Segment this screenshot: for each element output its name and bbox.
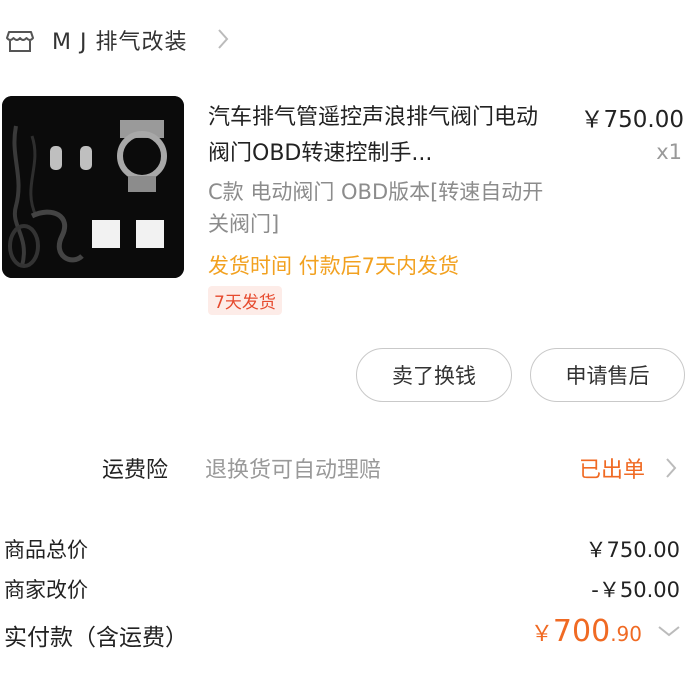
product-price: ￥750.00 [580, 107, 684, 133]
product-title[interactable]: 汽车排气管遥控声浪排气阀门电动阀门OBD转速控制手... [208, 100, 558, 172]
paid-decimal: .90 [610, 622, 642, 646]
shop-name[interactable]: M J 排气改装 [52, 24, 187, 56]
goods-total-label: 商品总价 [4, 538, 88, 562]
chevron-down-icon[interactable] [656, 624, 682, 638]
shipping-time: 发货时间 付款后7天内发货 [208, 254, 460, 278]
product-image [2, 96, 184, 278]
chevron-right-icon[interactable] [664, 455, 678, 481]
paid-currency: ￥ [530, 622, 553, 647]
price-adjust-label: 商家改价 [4, 578, 88, 602]
paid-integer: 700 [552, 614, 611, 649]
product-thumbnail[interactable] [2, 96, 184, 278]
product-quantity: x1 [656, 140, 682, 164]
insurance-status[interactable]: 已出单 [579, 452, 645, 484]
after-sale-button[interactable]: 申请售后 [530, 348, 685, 402]
sell-button[interactable]: 卖了换钱 [356, 348, 512, 402]
paid-label: 实付款（含运费） [4, 625, 188, 651]
price-adjust-value: -￥50.00 [591, 578, 680, 602]
shop-icon [6, 31, 34, 52]
insurance-label: 运费险 [102, 458, 169, 483]
insurance-desc: 退换货可自动理赔 [205, 458, 382, 483]
paid-amount: ￥ 700 .90 [531, 614, 642, 649]
product-spec: C款 电动阀门 OBD版本[转速自动开关阀门] [208, 180, 544, 236]
goods-total-value: ￥750.00 [585, 538, 680, 562]
shipping-badge: 7天发货 [208, 286, 282, 315]
chevron-right-icon[interactable] [216, 26, 230, 52]
